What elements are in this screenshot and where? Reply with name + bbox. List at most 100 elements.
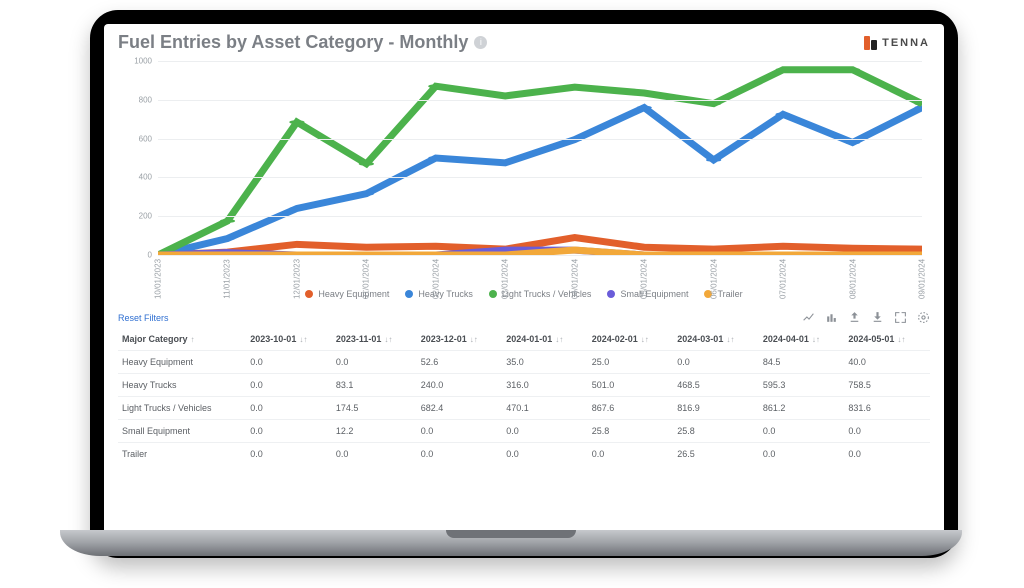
chart-data-point[interactable] [428,84,443,88]
chart-data-point[interactable] [428,156,443,160]
chart-data-point[interactable] [775,244,790,248]
chart-data-point[interactable] [706,158,721,162]
legend-item[interactable]: Heavy Equipment [305,289,389,299]
value-cell: 0.0 [502,420,588,443]
export-icon[interactable] [848,311,861,324]
value-cell: 26.5 [673,443,759,466]
column-header[interactable]: 2023-12-01↓↑ [417,328,503,351]
value-cell: 25.8 [673,420,759,443]
value-cell: 861.2 [759,397,845,420]
chart-data-point[interactable] [220,237,235,241]
table-row[interactable]: Small Equipment0.012.20.00.025.825.80.00… [118,420,930,443]
value-cell: 0.0 [246,420,332,443]
y-tick-label: 400 [118,173,156,182]
chart-series-line [158,108,922,255]
settings-icon[interactable] [917,311,930,324]
chart-data-point[interactable] [845,141,860,145]
chart-data-point[interactable] [289,207,304,211]
download-icon[interactable] [871,311,884,324]
value-cell: 0.0 [759,443,845,466]
value-cell: 0.0 [246,397,332,420]
row-name-cell: Small Equipment [118,420,246,443]
chart-data-point[interactable] [498,94,513,98]
x-tick-label: 01/01/2024 [362,259,371,299]
bar-chart-icon[interactable] [825,311,838,324]
chart-data-point[interactable] [845,246,860,250]
chart-data-point[interactable] [567,236,582,240]
value-cell: 0.0 [417,443,503,466]
chart-data-point[interactable] [220,219,235,223]
value-cell: 25.0 [588,351,674,374]
x-tick-label: 03/01/2024 [501,259,510,299]
column-header[interactable]: 2023-11-01↓↑ [332,328,417,351]
y-tick-label: 800 [118,95,156,104]
value-cell: 0.0 [844,443,930,466]
chart-data-point[interactable] [359,245,374,249]
table-row[interactable]: Heavy Trucks0.083.1240.0316.0501.0468.55… [118,374,930,397]
brand-name: TENNA [882,37,930,49]
chart-data-point[interactable] [845,68,860,72]
chart-data-point[interactable] [567,85,582,89]
y-tick-label: 0 [118,251,156,260]
x-tick-label: 04/01/2024 [570,259,579,299]
value-cell: 12.2 [332,420,417,443]
screen: Fuel Entries by Asset Category - Monthly… [104,24,944,544]
chart-data-point[interactable] [428,244,443,248]
column-header[interactable]: 2024-01-01↓↑ [502,328,588,351]
chart-data-point[interactable] [289,242,304,246]
chart-data-point[interactable] [637,245,652,249]
chart-data-point[interactable] [706,102,721,106]
value-cell: 0.0 [246,443,332,466]
column-header[interactable]: Major Category↑ [118,328,246,351]
chart-data-point[interactable] [637,106,652,110]
value-cell: 816.9 [673,397,759,420]
value-cell: 52.6 [417,351,503,374]
x-tick-label: 07/01/2024 [779,259,788,299]
value-cell: 758.5 [844,374,930,397]
chart-data-point[interactable] [775,112,790,116]
value-cell: 0.0 [502,443,588,466]
legend-swatch-icon [305,290,313,298]
value-cell: 35.0 [502,351,588,374]
expand-icon[interactable] [894,311,907,324]
value-cell: 501.0 [588,374,674,397]
value-cell: 0.0 [673,351,759,374]
legend-swatch-icon [405,290,413,298]
value-cell: 316.0 [502,374,588,397]
info-icon[interactable]: i [474,36,487,49]
page-header: Fuel Entries by Asset Category - Monthly… [104,24,944,55]
x-tick-label: 06/01/2024 [709,259,718,299]
table-row[interactable]: Trailer0.00.00.00.00.026.50.00.0 [118,443,930,466]
column-header[interactable]: 2023-10-01↓↑ [246,328,332,351]
value-cell: 470.1 [502,397,588,420]
reset-filters-link[interactable]: Reset Filters [118,313,169,323]
line-chart-icon[interactable] [802,311,815,324]
value-cell: 0.0 [332,351,417,374]
chart-data-point[interactable] [706,247,721,251]
data-table: Major Category↑2023-10-01↓↑2023-11-01↓↑2… [118,328,930,465]
chart-data-point[interactable] [498,161,513,165]
column-header[interactable]: 2024-02-01↓↑ [588,328,674,351]
y-tick-label: 200 [118,212,156,221]
chart-data-point[interactable] [637,91,652,95]
value-cell: 240.0 [417,374,503,397]
column-header[interactable]: 2024-04-01↓↑ [759,328,845,351]
row-name-cell: Heavy Equipment [118,351,246,374]
value-cell: 0.0 [588,443,674,466]
chart-data-point[interactable] [567,248,582,252]
column-header[interactable]: 2024-05-01↓↑ [844,328,930,351]
column-header[interactable]: 2024-03-01↓↑ [673,328,759,351]
value-cell: 0.0 [332,443,417,466]
chart-data-point[interactable] [289,120,304,124]
table-row[interactable]: Light Trucks / Vehicles0.0174.5682.4470.… [118,397,930,420]
chart-series-line [158,70,922,255]
chart-data-point[interactable] [359,192,374,196]
value-cell: 83.1 [332,374,417,397]
row-name-cell: Light Trucks / Vehicles [118,397,246,420]
chart-data-point[interactable] [359,162,374,166]
x-tick-label: 11/01/2023 [223,259,232,298]
chart-data-point[interactable] [775,68,790,72]
value-cell: 0.0 [246,374,332,397]
value-cell: 468.5 [673,374,759,397]
table-row[interactable]: Heavy Equipment0.00.052.635.025.00.084.5… [118,351,930,374]
